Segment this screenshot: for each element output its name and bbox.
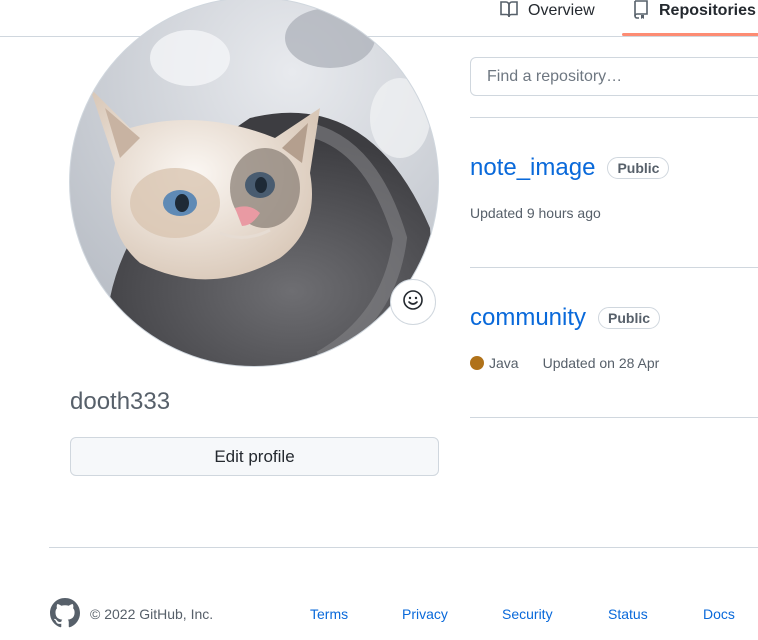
footer-link-security[interactable]: Security — [502, 606, 553, 622]
list-item: community Public — [470, 304, 661, 332]
repo-meta: Updated 9 hours ago — [470, 205, 601, 221]
github-logo-icon[interactable] — [50, 598, 80, 633]
selected-tab-indicator — [622, 33, 758, 36]
book-icon — [499, 0, 519, 23]
repo-link[interactable]: community — [470, 304, 586, 332]
repo-list-divider — [470, 417, 758, 418]
repo-language: Java — [489, 355, 519, 371]
repo-list-divider — [470, 267, 758, 268]
visibility-badge: Public — [607, 157, 670, 179]
tab-repositories[interactable]: Repositories — [632, 0, 756, 22]
tab-overview-label: Overview — [528, 2, 595, 19]
footer-divider — [49, 547, 758, 548]
tab-overview[interactable]: Overview — [499, 0, 595, 22]
profile-username: dooth333 — [70, 388, 171, 415]
footer-copyright: © 2022 GitHub, Inc. — [90, 606, 214, 622]
language-color-dot — [470, 356, 484, 370]
visibility-badge: Public — [598, 307, 661, 329]
list-item: note_image Public — [470, 154, 670, 182]
footer-link-privacy[interactable]: Privacy — [402, 606, 448, 622]
repo-updated: Updated 9 hours ago — [470, 205, 601, 221]
edit-profile-button[interactable]: Edit profile — [70, 437, 439, 476]
tab-repositories-label: Repositories — [659, 2, 756, 19]
repo-updated: Updated on 28 Apr — [542, 355, 660, 371]
repo-list-divider — [470, 117, 758, 118]
footer-link-docs[interactable]: Docs — [703, 606, 735, 622]
repo-link[interactable]: note_image — [470, 154, 595, 182]
nav-divider — [0, 36, 758, 37]
footer-link-status[interactable]: Status — [608, 606, 648, 622]
repo-meta: Java Updated on 28 Apr — [470, 355, 659, 371]
footer-link-terms[interactable]: Terms — [310, 606, 348, 622]
repo-icon — [632, 0, 650, 24]
avatar-cat-photo — [70, 0, 438, 366]
set-status-button[interactable] — [390, 279, 436, 325]
smiley-icon — [402, 289, 424, 316]
avatar[interactable] — [69, 0, 439, 367]
repository-search-input[interactable] — [470, 57, 758, 96]
